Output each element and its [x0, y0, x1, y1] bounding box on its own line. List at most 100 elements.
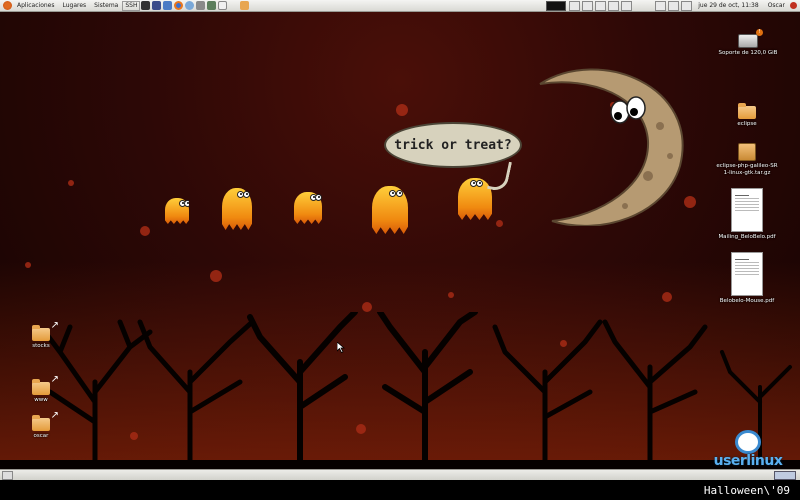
ssh-launcher[interactable]: SSH	[122, 0, 141, 11]
ghost	[222, 188, 252, 230]
desktop-icon-eclipse-archive[interactable]: eclipse-php-galileo-SR1-linux-gtk.tar.gz	[707, 143, 787, 177]
folder-icon: ↗	[32, 411, 59, 431]
folder-icon: ↗	[32, 321, 59, 341]
desktop-icon-www[interactable]: ↗ www	[1, 375, 81, 404]
bg-dot	[140, 226, 150, 236]
globe-icon[interactable]	[185, 1, 195, 10]
ubuntu-logo-icon[interactable]	[3, 1, 12, 10]
link-arrow-icon: ↗	[50, 320, 59, 331]
ghost	[372, 186, 408, 234]
userlinux-logo: userlinux	[700, 430, 796, 468]
pdf-document-icon	[731, 188, 763, 232]
doc-line	[735, 201, 759, 202]
folder-icon[interactable]	[240, 1, 250, 10]
app-icon[interactable]	[152, 1, 162, 10]
menu-lugares[interactable]: Lugares	[58, 0, 90, 11]
desktop-icon-label: Mailing_BeloBelo.pdf	[718, 234, 776, 240]
show-desktop-button[interactable]	[2, 471, 13, 480]
desktop-icon-label: eclipse	[737, 121, 757, 127]
link-arrow-icon: ↗	[50, 374, 59, 385]
mouse-cursor-icon	[337, 342, 345, 353]
folder-icon: ↗	[32, 375, 59, 395]
system-tray: jue 29 de oct, 11:38 Oscar	[544, 0, 800, 11]
tree-silhouettes	[0, 312, 800, 469]
desktop-icon-mailing-pdf[interactable]: Mailing_BeloBelo.pdf	[707, 188, 787, 241]
doc-line	[735, 271, 759, 272]
menu-sistema[interactable]: Sistema	[90, 0, 122, 11]
bg-dot	[210, 270, 222, 282]
doc-line	[735, 210, 759, 211]
gear-icon[interactable]	[595, 0, 607, 11]
speech-bubble: trick or treat?	[384, 122, 522, 168]
archive-icon	[738, 143, 756, 161]
bg-dot	[68, 180, 74, 186]
top-panel: Aplicaciones Lugares Sistema SSH jue 29 …	[0, 0, 800, 12]
menu-aplicaciones[interactable]: Aplicaciones	[13, 0, 58, 11]
desktop-icon-oscar[interactable]: ↗ oscar	[1, 411, 81, 440]
desktop-icon-drive[interactable]: ! Soporte de 120,0 GiB	[708, 29, 788, 57]
logo-text: userlinux	[713, 453, 783, 469]
battery-icon[interactable]	[655, 0, 667, 11]
link-arrow-icon: ↗	[50, 410, 59, 421]
folder-icon	[738, 103, 756, 119]
drive-badge-icon: !	[756, 29, 763, 36]
bg-dot	[362, 302, 372, 312]
ghost-eye	[396, 190, 403, 197]
desktop-icon-label: Soporte de 120,0 GiB	[718, 50, 778, 56]
desktop-icon-label: stocks	[32, 343, 50, 349]
doc-line	[735, 259, 750, 260]
settings-icon[interactable]	[196, 1, 206, 10]
doc-line	[735, 265, 759, 266]
bg-dot	[448, 292, 454, 298]
text-editor-icon[interactable]	[218, 1, 228, 10]
workspace-switcher[interactable]	[774, 471, 796, 480]
desktop[interactable]: trick or treat? ! Soporte de 120,0 GiB e…	[0, 12, 800, 469]
keyboard-icon[interactable]	[621, 0, 633, 11]
doc-line	[735, 262, 759, 263]
userlinux-logo-icon	[735, 430, 761, 454]
user-menu[interactable]: Oscar	[764, 2, 789, 9]
clock[interactable]: jue 29 de oct, 11:38	[693, 2, 763, 9]
screenshot-icon[interactable]	[207, 1, 217, 10]
caption-bar: Halloween\'09	[0, 480, 800, 500]
bg-dot	[25, 262, 31, 268]
crescent-moon	[539, 68, 684, 226]
power-icon[interactable]	[790, 2, 797, 9]
doc-line	[735, 195, 750, 196]
cpu-monitor[interactable]	[546, 0, 567, 11]
mail-icon[interactable]	[681, 0, 693, 11]
caption-text: Halloween\'09	[703, 484, 790, 497]
bg-dot	[496, 220, 503, 227]
ghost-eye	[476, 180, 483, 187]
network-status-icon[interactable]	[608, 0, 620, 11]
doc-line	[735, 274, 759, 275]
ghost-eye	[315, 194, 322, 201]
desktop-icon-label: www	[34, 397, 48, 403]
desktop-icon-mouse-pdf[interactable]: Belobelo-Mouse.pdf	[707, 252, 787, 305]
desktop-icon-label: oscar	[33, 433, 49, 439]
speech-bubble-text: trick or treat?	[394, 137, 512, 153]
window-icon[interactable]	[582, 0, 594, 11]
desktop-icon-label: Belobelo-Mouse.pdf	[719, 298, 775, 304]
ghost-eye	[184, 200, 189, 207]
doc-line	[735, 204, 759, 205]
volume-icon[interactable]	[668, 0, 680, 11]
desktop-icon-stocks[interactable]: ↗ stocks	[1, 321, 81, 350]
bg-dot	[662, 292, 672, 302]
desktop-icon-label: eclipse-php-galileo-SR1-linux-gtk.tar.gz	[716, 163, 778, 176]
ghost	[165, 198, 189, 224]
ghost	[294, 192, 322, 224]
bg-dot	[396, 104, 408, 116]
ghost-eye	[243, 191, 250, 198]
bottom-panel	[0, 469, 800, 480]
ghost-eye	[389, 190, 396, 197]
pdf-document-icon	[731, 252, 763, 296]
firefox-icon[interactable]	[174, 1, 184, 10]
desktop-icon-eclipse[interactable]: eclipse	[707, 103, 787, 128]
network-icon[interactable]	[163, 1, 173, 10]
monitor-icon[interactable]	[569, 0, 581, 11]
hard-drive-icon: !	[738, 29, 763, 48]
doc-line	[735, 268, 759, 269]
terminal-icon[interactable]	[141, 1, 151, 10]
doc-line	[735, 207, 759, 208]
